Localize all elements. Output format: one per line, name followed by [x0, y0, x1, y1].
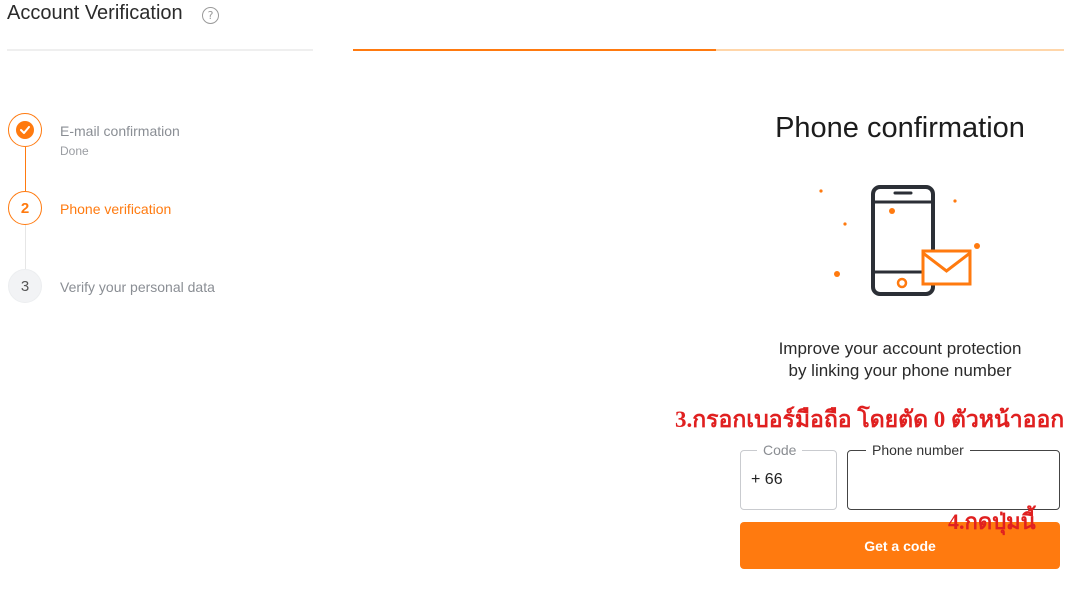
step-1-label[interactable]: E-mail confirmation [60, 123, 180, 139]
country-code-field[interactable]: Code + 66 [740, 442, 837, 510]
step-3-label[interactable]: Verify your personal data [60, 279, 215, 295]
check-icon [16, 121, 34, 139]
progress-bar-fill [353, 49, 716, 51]
step-2-indicator: 2 [8, 191, 42, 225]
step-1-status: Done [60, 144, 89, 158]
instruction-note: 3.กรอกเบอร์มือถือ โดยตัด 0 ตัวหน้าออก [675, 407, 1065, 432]
country-code-value: + 66 [751, 471, 783, 488]
code-label: Code [757, 442, 803, 458]
step-2-label[interactable]: Phone verification [60, 201, 171, 217]
phone-envelope-icon [815, 178, 985, 303]
step-3-indicator: 3 [8, 269, 42, 303]
description-line: Improve your account protection [778, 339, 1022, 358]
progress-bar [353, 49, 1064, 51]
button-note: 4.กดปุ่มนี้ [948, 509, 1036, 534]
description-line: by linking your phone number [788, 361, 1012, 380]
panel-description: Improve your account protection by linki… [740, 338, 1060, 382]
step-connector [25, 225, 26, 269]
divider [7, 49, 313, 51]
page-title: Account Verification [7, 2, 183, 24]
phone-number-label: Phone number [866, 442, 970, 458]
phone-number-field[interactable]: Phone number [847, 442, 1060, 510]
step-connector [25, 147, 26, 191]
step-1-indicator [8, 113, 42, 147]
panel-title: Phone confirmation [775, 112, 1025, 144]
help-icon[interactable]: ? [202, 7, 219, 24]
